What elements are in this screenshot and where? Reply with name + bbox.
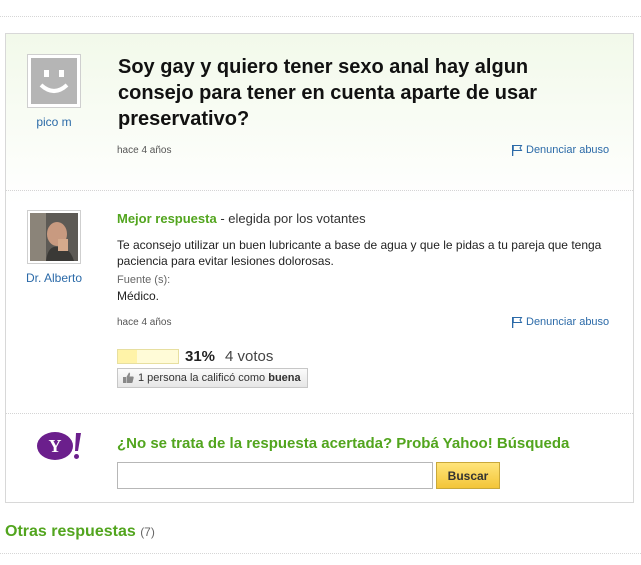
section-divider [6,190,633,191]
question-panel: pico m Soy gay y quiero tener sexo anal … [5,33,634,503]
search-button[interactable]: Buscar [436,462,500,489]
best-answer-chosen-by: - elegida por los votantes [216,211,366,226]
answer-report-abuse-link[interactable]: Denunciar abuso [511,316,609,328]
top-divider [0,16,641,17]
question-report-abuse-label: Denunciar abuso [526,144,610,156]
answerer-avatar[interactable] [27,210,81,264]
flag-icon [512,145,523,156]
other-answers-count: (7) [140,525,155,539]
source-value: Médico. [117,289,160,303]
rating-percent: 31% [185,348,216,365]
answerer-photo [30,213,78,261]
rating-bar [117,349,179,364]
best-answer-header: Mejor respuesta - elegida por los votant… [117,211,366,226]
rated-good-badge[interactable]: 1 persona la calificó como buena [117,368,308,388]
section-divider [6,413,633,414]
thumbs-up-icon [123,372,134,383]
rating-votes: 4 votos [225,348,274,365]
source-label: Fuente (s): [117,274,171,286]
bottom-divider [0,553,641,554]
yahoo-logo-icon: Y [37,432,81,460]
other-answers-heading[interactable]: Otras respuestas (7) [5,523,155,541]
answer-report-abuse-label: Denunciar abuso [526,316,610,328]
best-answer-text: Te aconsejo utilizar un buen lubricante … [117,238,602,268]
question-author[interactable]: pico m [9,115,99,129]
default-smiley-avatar-icon [31,58,77,104]
rated-strong: buena [268,372,301,384]
question-report-abuse-link[interactable]: Denunciar abuso [511,144,609,156]
question-title: Soy gay y quiero tener sexo anal hay alg… [118,56,538,130]
rated-prefix: 1 persona la calificó como [138,372,269,384]
question-avatar[interactable] [27,54,81,108]
question-time: hace 4 años [117,145,172,156]
answer-time: hace 4 años [117,317,172,328]
yahoo-search-input[interactable] [117,462,433,489]
other-answers-label: Otras respuestas [5,523,136,540]
rating-bar-fill [118,350,137,363]
answerer-name[interactable]: Dr. Alberto [9,271,99,285]
svg-text:Y: Y [49,436,62,456]
yahoo-promo-text: ¿No se trata de la respuesta acertada? P… [117,435,570,452]
best-answer-label: Mejor respuesta [117,211,217,226]
flag-icon [512,317,523,328]
